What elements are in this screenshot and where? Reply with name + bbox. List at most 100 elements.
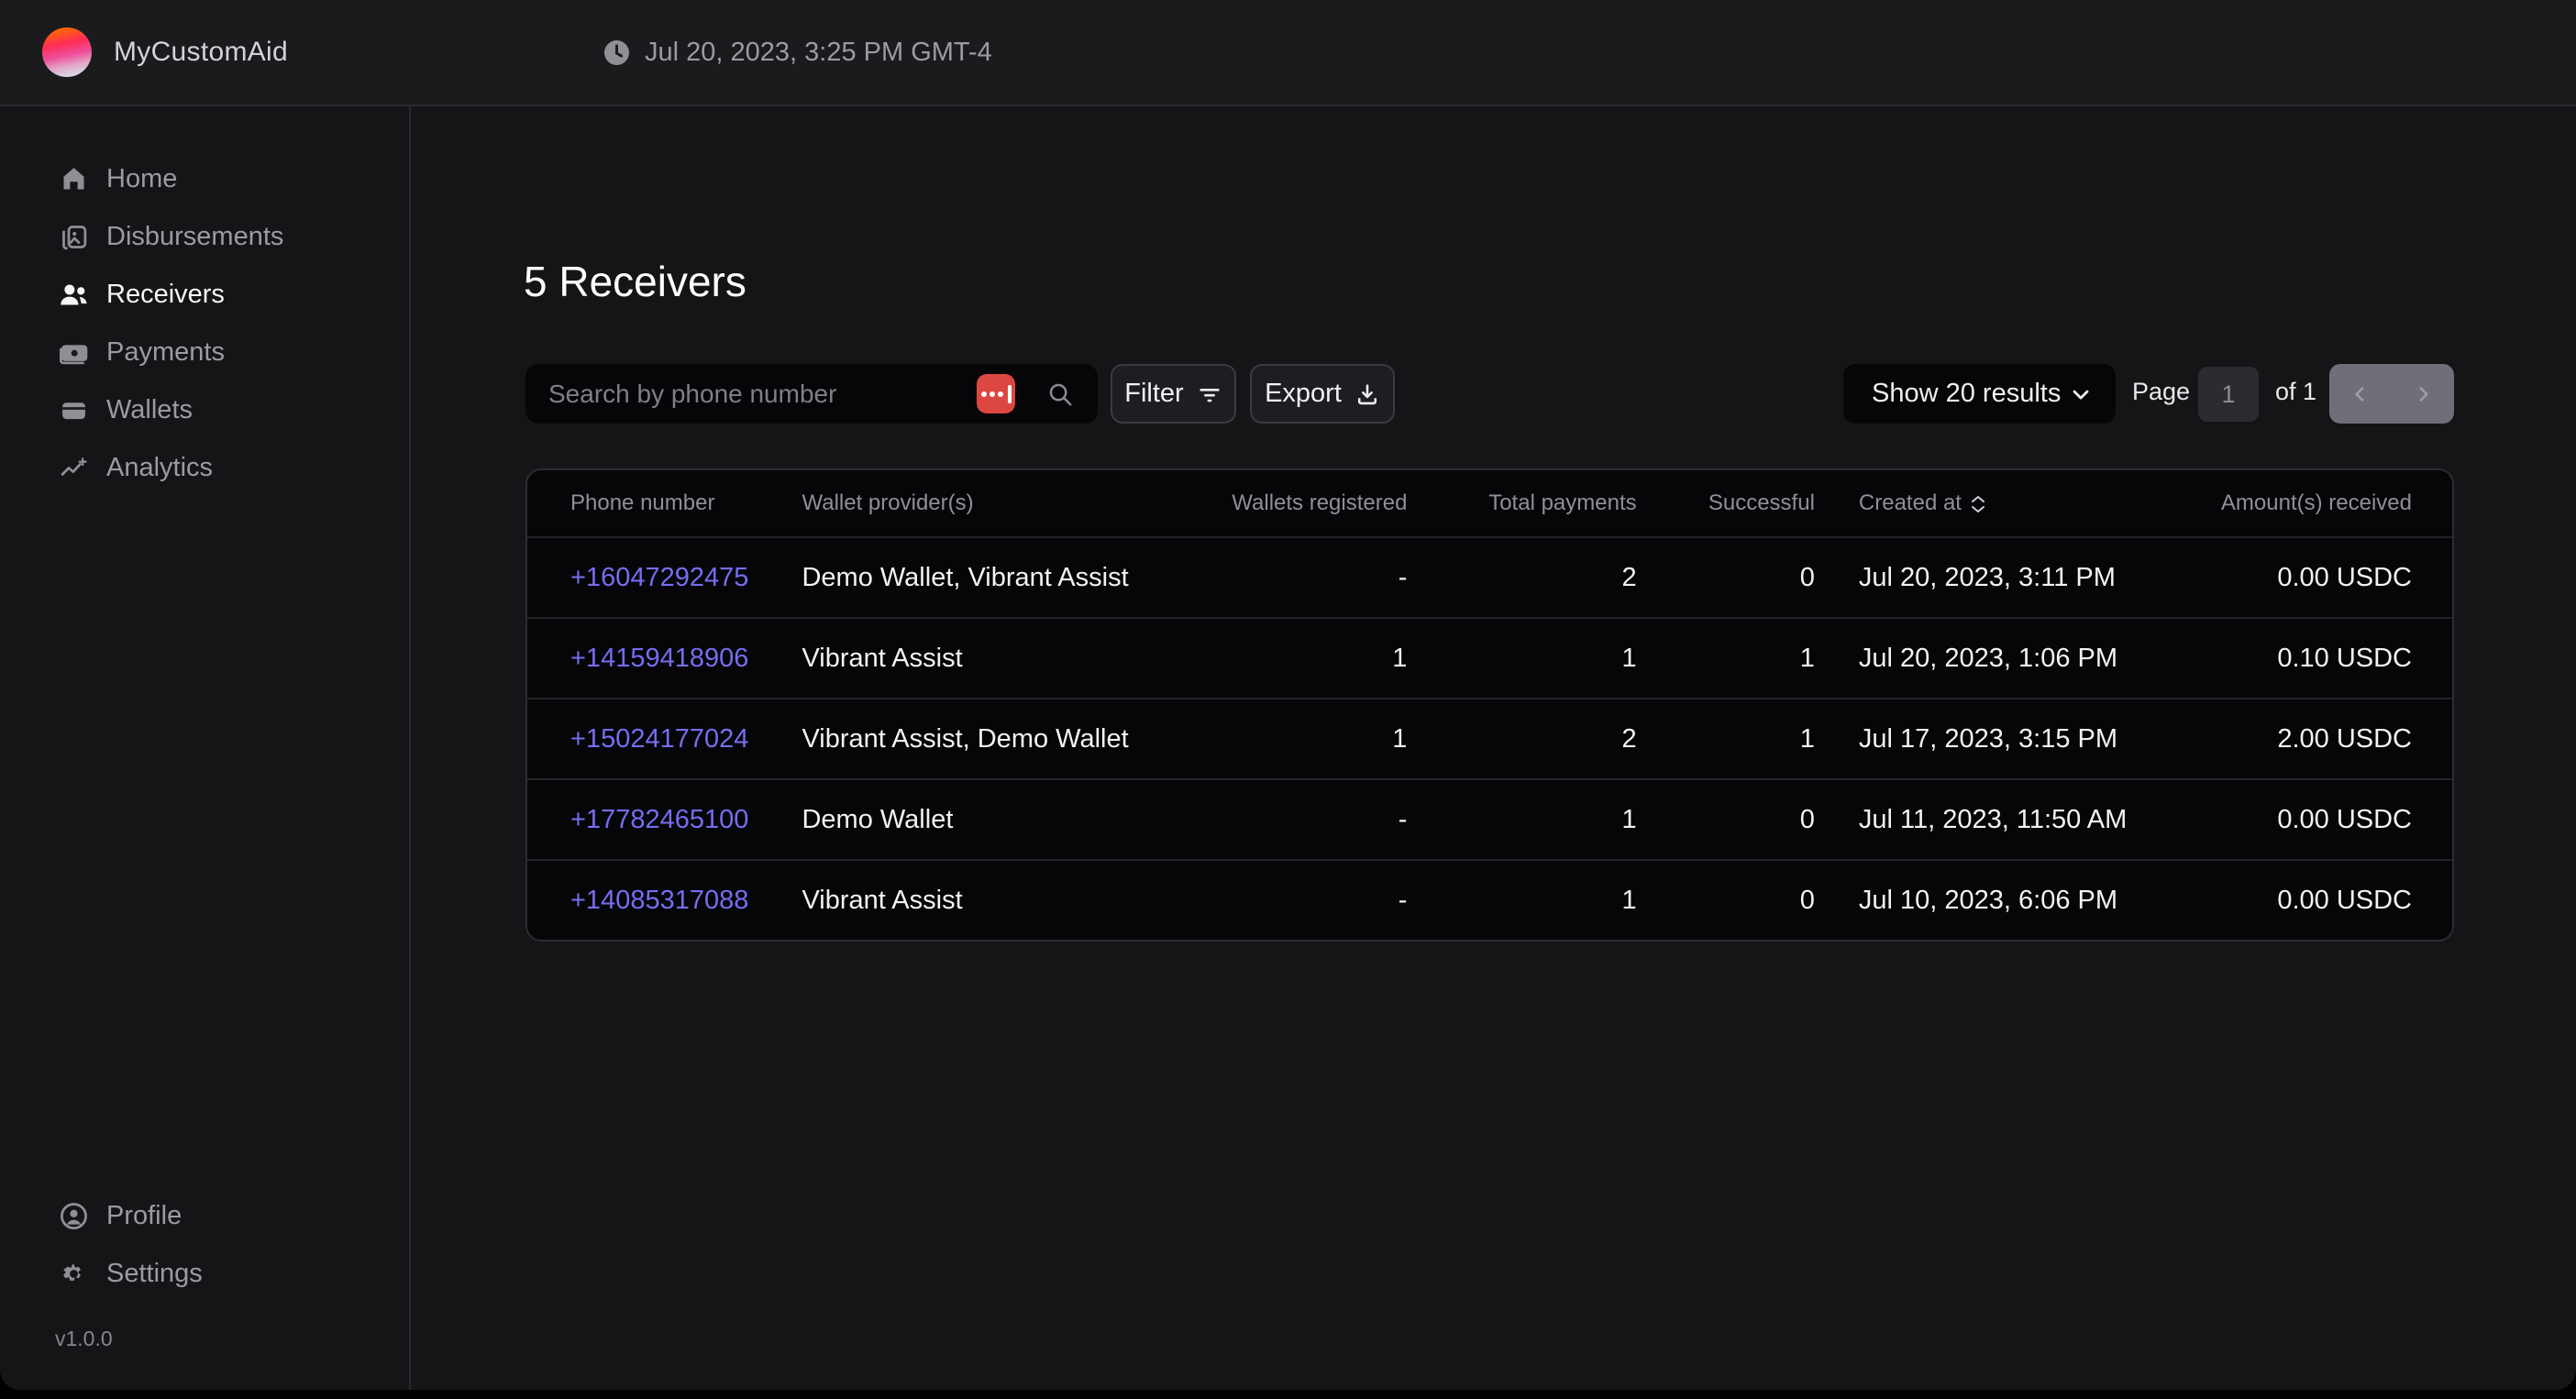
app-name: MyCustomAid [114,37,288,68]
sidebar-item-label: Disbursements [106,222,283,252]
download-icon [1354,381,1380,407]
receivers-table: Phone number Wallet provider(s) Wallets … [525,468,2454,942]
app-logo [42,28,92,77]
page-count-label: of 1 [2275,378,2316,406]
providers-cell: Vibrant Assist, Demo Wallet [802,698,1186,778]
table-row: +14085317088 Vibrant Assist - 1 0 Jul 10… [527,859,2452,940]
sidebar: Home Disbursements Receivers [0,106,411,1390]
amount-cell: 0.00 USDC [2139,778,2452,859]
column-header-amount: Amount(s) received [2139,470,2452,536]
table-row: +14159418906 Vibrant Assist 1 1 1 Jul 20… [527,617,2452,698]
total-payments-cell: 2 [1407,536,1636,617]
amount-cell: 2.00 USDC [2139,698,2452,778]
amount-cell: 0.10 USDC [2139,617,2452,698]
next-page-button[interactable] [2392,364,2454,424]
export-button[interactable]: Export [1250,364,1395,424]
payments-icon [55,337,92,368]
column-header-phone: Phone number [527,470,802,536]
export-button-label: Export [1265,379,1342,409]
sidebar-item-settings[interactable]: Settings [0,1245,409,1303]
password-manager-icon[interactable] [977,374,1015,413]
successful-cell: 0 [1637,778,1815,859]
sidebar-item-profile[interactable]: Profile [0,1187,409,1245]
sidebar-item-disbursements[interactable]: Disbursements [0,208,409,266]
created-at-cell: Jul 10, 2023, 6:06 PM [1815,859,2139,940]
sidebar-nav: Home Disbursements Receivers [0,150,409,497]
providers-cell: Demo Wallet [802,778,1186,859]
table-row: +16047292475 Demo Wallet, Vibrant Assist… [527,536,2452,617]
column-header-successful: Successful [1637,470,1815,536]
home-icon [55,164,92,194]
created-at-cell: Jul 20, 2023, 1:06 PM [1815,617,2139,698]
total-payments-cell: 2 [1407,698,1636,778]
search-icon[interactable] [1046,380,1074,408]
phone-link[interactable]: +14085317088 [570,886,748,915]
sidebar-item-label: Home [106,164,177,194]
successful-cell: 0 [1637,859,1815,940]
successful-cell: 0 [1637,536,1815,617]
phone-link[interactable]: +14159418906 [570,644,748,673]
app-version: v1.0.0 [55,1327,409,1351]
sidebar-item-wallets[interactable]: Wallets [0,381,409,439]
sort-icon [1971,495,1985,513]
total-payments-cell: 1 [1407,617,1636,698]
amount-cell: 0.00 USDC [2139,859,2452,940]
wallets-registered-cell: - [1187,536,1408,617]
sidebar-item-label: Analytics [106,453,213,483]
main-panel: 5 Receivers Filter Export [411,106,2576,1390]
phone-link[interactable]: +15024177024 [570,724,748,754]
results-per-page-select[interactable]: Show 20 results [1843,364,2116,424]
top-bar: MyCustomAid Jul 20, 2023, 3:25 PM GMT-4 [0,0,2576,106]
filter-button[interactable]: Filter [1111,364,1236,424]
sidebar-item-payments[interactable]: Payments [0,324,409,381]
datetime-text: Jul 20, 2023, 3:25 PM GMT-4 [645,38,992,68]
successful-cell: 1 [1637,617,1815,698]
filter-button-label: Filter [1124,379,1183,409]
wallets-registered-cell: - [1187,859,1408,940]
pagination-buttons [2329,364,2454,424]
sidebar-item-label: Settings [106,1259,203,1289]
settings-icon [55,1259,92,1289]
total-payments-cell: 1 [1407,778,1636,859]
filter-icon [1197,381,1222,407]
sidebar-footer: Profile Settings v1.0.0 [0,1187,409,1351]
sidebar-item-label: Receivers [106,280,225,310]
current-datetime: Jul 20, 2023, 3:25 PM GMT-4 [603,38,992,68]
wallets-registered-cell: 1 [1187,698,1408,778]
total-payments-cell: 1 [1407,859,1636,940]
previous-page-button[interactable] [2329,364,2392,424]
providers-cell: Vibrant Assist [802,617,1186,698]
table-row: +17782465100 Demo Wallet - 1 0 Jul 11, 2… [527,778,2452,859]
content-shell: Home Disbursements Receivers [0,106,2576,1390]
successful-cell: 1 [1637,698,1815,778]
app-window: MyCustomAid Jul 20, 2023, 3:25 PM GMT-4 … [0,0,2576,1399]
column-header-wallets-registered: Wallets registered [1187,470,1408,536]
page-label: Page [2132,378,2190,406]
column-header-created-at[interactable]: Created at [1815,470,2139,536]
search-input[interactable] [525,380,977,409]
analytics-icon [55,453,92,483]
amount-cell: 0.00 USDC [2139,536,2452,617]
providers-cell: Vibrant Assist [802,859,1186,940]
page-title: 5 Receivers [524,257,746,306]
sidebar-item-label: Payments [106,337,225,368]
disbursements-icon [55,222,92,252]
sidebar-item-analytics[interactable]: Analytics [0,439,409,497]
phone-link[interactable]: +17782465100 [570,805,748,834]
wallets-registered-cell: - [1187,778,1408,859]
sidebar-item-receivers[interactable]: Receivers [0,266,409,324]
table-header-row: Phone number Wallet provider(s) Wallets … [527,470,2452,536]
created-at-cell: Jul 11, 2023, 11:50 AM [1815,778,2139,859]
page-number-input[interactable]: 1 [2198,367,2259,422]
profile-icon [55,1201,92,1231]
sidebar-item-label: Profile [106,1201,182,1231]
phone-link[interactable]: +16047292475 [570,563,748,592]
sidebar-item-label: Wallets [106,395,193,425]
table-row: +15024177024 Vibrant Assist, Demo Wallet… [527,698,2452,778]
sidebar-item-home[interactable]: Home [0,150,409,208]
created-at-cell: Jul 20, 2023, 3:11 PM [1815,536,2139,617]
results-select-label: Show 20 results [1872,379,2061,409]
wallets-icon [55,395,92,425]
created-at-cell: Jul 17, 2023, 3:15 PM [1815,698,2139,778]
receivers-icon [55,280,92,310]
